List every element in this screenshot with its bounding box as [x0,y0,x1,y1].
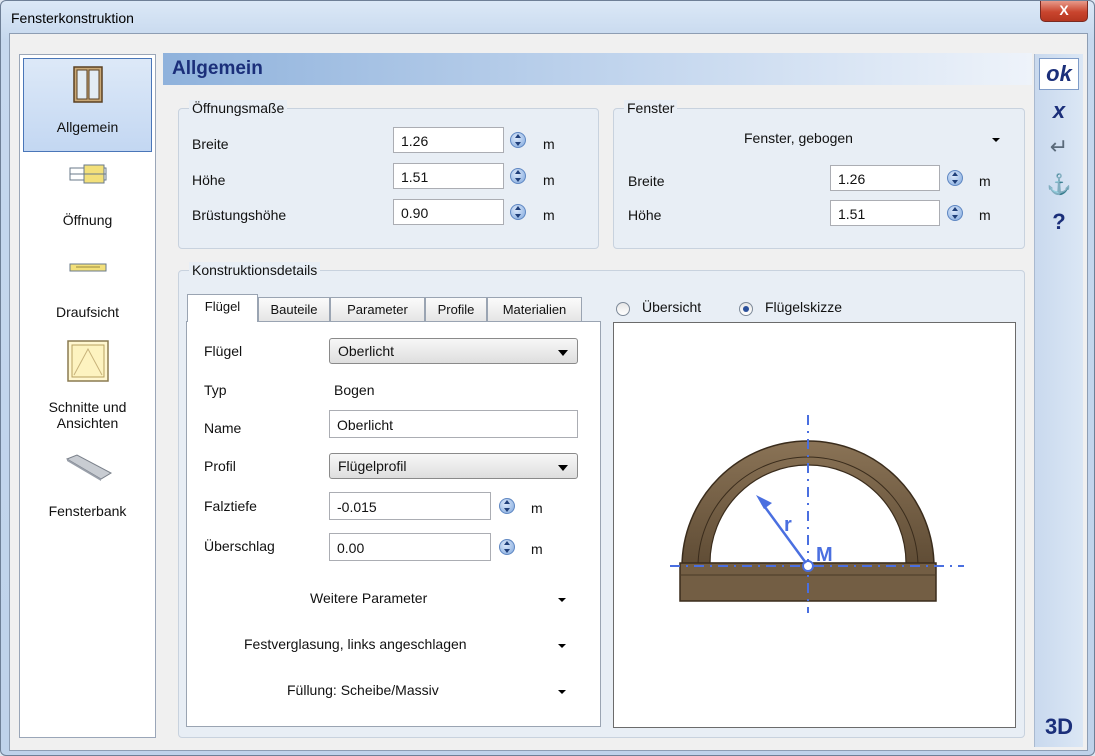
expander-weitere-parameter[interactable]: Weitere Parameter [310,590,427,606]
breite-input[interactable]: 1.26 [393,127,504,153]
section-header: Allgemein [163,53,1032,85]
tab-panel-fluegel [186,321,601,727]
nav-label: Draufsicht [55,304,120,320]
view-3d-button[interactable]: 3D [1039,714,1079,740]
chevron-down-icon [558,350,568,356]
group-title: Fenster [624,100,678,116]
unit-label: m [531,500,543,516]
sketch-preview: r M [613,322,1016,728]
falztiefe-spinner[interactable] [499,498,515,514]
radio-fluegelskizze-label[interactable]: Flügelskizze [765,299,842,315]
group-title: Konstruktionsdetails [189,262,321,278]
label-bruestungshoehe: Brüstungshöhe [192,207,287,223]
nav-item-schnitte[interactable]: Schnitte und Ansichten [20,339,155,431]
label-ueberschlag: Überschlag [204,538,275,554]
arch-window-sketch: r M [670,415,964,613]
bruestungshoehe-input[interactable]: 0.90 [393,199,504,225]
title-bar: Fensterkonstruktion X [1,1,1094,33]
window-title: Fensterkonstruktion [11,10,134,26]
typ-value: Bogen [334,382,375,398]
chevron-down-icon[interactable] [992,138,1000,142]
unit-label: m [543,207,555,223]
nav-item-fensterbank[interactable]: Fensterbank [20,453,155,519]
expander-fuellung[interactable]: Füllung: Scheibe/Massiv [287,682,439,698]
nav-item-oeffnung[interactable]: Öffnung [20,159,155,228]
fenster-breite-spinner[interactable] [947,170,963,186]
tab-materialien[interactable]: Materialien [487,297,582,321]
unit-label: m [543,172,555,188]
unit-label: m [979,173,991,189]
chevron-down-icon [558,465,568,471]
fenster-breite-input[interactable]: 1.26 [830,165,940,191]
nav-label: Schnitte und Ansichten [48,399,127,431]
nav-label: Fensterbank [48,503,127,519]
radio-uebersicht[interactable] [616,302,630,316]
breite-spinner[interactable] [510,132,526,148]
sill-icon [65,454,112,481]
tab-parameter[interactable]: Parameter [330,297,425,321]
center-label: M [816,544,833,566]
ueberschlag-input[interactable]: 0.00 [329,533,491,561]
close-button[interactable]: X [1040,1,1088,22]
radius-label: r [784,514,792,536]
chevron-down-icon[interactable] [558,598,566,602]
group-oeffnungsmasse: Öffnungsmaße [178,100,599,249]
unit-label: m [543,136,555,152]
tab-fluegel[interactable]: Flügel [187,294,258,322]
topview-icon [69,263,106,272]
label-hoehe: Höhe [192,172,226,188]
nav-item-allgemein[interactable]: Allgemein [23,58,152,152]
expander-festverglasung[interactable]: Festverglasung, links angeschlagen [244,636,467,652]
enter-icon[interactable]: ↵ [1039,134,1079,160]
hoehe-spinner[interactable] [510,168,526,184]
fluegel-select[interactable]: Oberlicht [329,338,578,364]
ok-button[interactable]: ok [1039,58,1079,90]
unit-label: m [979,207,991,223]
opening-icon [69,164,106,184]
label-fenster-hoehe: Höhe [628,207,662,223]
cancel-button[interactable]: x [1039,98,1079,124]
fenster-hoehe-input[interactable]: 1.51 [830,200,940,226]
select-value: Flügelprofil [338,458,407,474]
label-falztiefe: Falztiefe [204,498,257,514]
group-title: Öffnungsmaße [189,100,288,116]
label-typ: Typ [204,382,227,398]
label-profil: Profil [204,458,236,474]
label-breite: Breite [192,136,229,152]
hoehe-input[interactable]: 1.51 [393,163,504,189]
nav-label: Öffnung [62,212,113,228]
tab-bauteile[interactable]: Bauteile [258,297,330,321]
section-icon [66,340,109,382]
anchor-icon[interactable]: ⚓ [1039,172,1079,197]
chevron-down-icon[interactable] [558,690,566,694]
chevron-down-icon[interactable] [558,644,566,648]
nav-item-draufsicht[interactable]: Draufsicht [20,253,155,320]
category-nav: Allgemein Öffnung Draufsicht Schnitte un… [19,54,156,738]
radio-fluegelskizze[interactable] [739,302,753,316]
label-fenster-breite: Breite [628,173,665,189]
radio-uebersicht-label[interactable]: Übersicht [642,299,701,315]
label-fluegel: Flügel [204,343,243,359]
page-title: Allgemein [172,58,263,79]
right-toolbar: ok x ↵ ⚓ ? 3D [1034,54,1083,747]
profil-select[interactable]: Flügelprofil [329,453,578,479]
tab-profile[interactable]: Profile [425,297,487,321]
fenster-hoehe-spinner[interactable] [947,205,963,221]
help-button[interactable]: ? [1039,209,1079,235]
falztiefe-input[interactable]: -0.015 [329,492,491,520]
name-input[interactable]: Oberlicht [329,410,578,438]
nav-label: Allgemein [56,119,119,135]
window-type-select[interactable]: Fenster, gebogen [744,130,853,146]
ueberschlag-spinner[interactable] [499,539,515,555]
window-icon [72,66,103,103]
select-value: Oberlicht [338,343,395,359]
label-name: Name [204,420,242,436]
bruestungshoehe-spinner[interactable] [510,204,526,220]
unit-label: m [531,541,543,557]
